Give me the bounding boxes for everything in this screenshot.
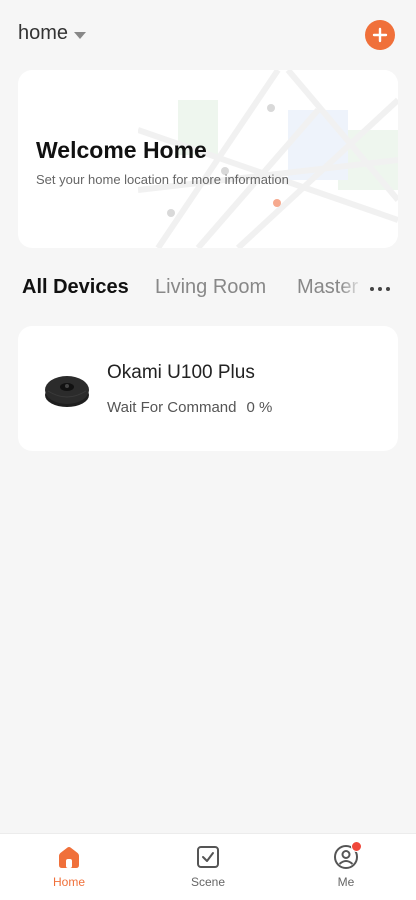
device-battery: 0 %	[246, 399, 273, 416]
more-dot	[386, 287, 390, 291]
caret-down-icon	[74, 31, 87, 39]
room-tabs: All Devices Living Room Master b	[0, 272, 416, 306]
welcome-card[interactable]: Welcome Home Set your home location for …	[18, 70, 398, 248]
nav-scene[interactable]: Scene	[168, 844, 248, 889]
user-icon-wrap	[333, 841, 362, 870]
plus-icon	[372, 27, 388, 43]
tab-all-devices[interactable]: All Devices	[22, 276, 129, 299]
home-icon	[59, 847, 79, 868]
welcome-title: Welcome Home	[36, 137, 207, 163]
header: home	[0, 0, 416, 70]
device-status: Wait For Command 0 %	[107, 399, 272, 416]
more-horizontal-icon	[370, 287, 374, 291]
bottom-nav: Home Scene Me	[0, 833, 416, 900]
welcome-subtitle: Set your home location for more informat…	[36, 172, 289, 187]
device-status-text: Wait For Command	[107, 399, 237, 416]
nav-me[interactable]: Me	[306, 841, 386, 889]
nav-scene-label: Scene	[190, 875, 226, 889]
notification-badge	[351, 841, 362, 852]
nav-me-label: Me	[337, 875, 355, 889]
home-selector[interactable]: home	[18, 22, 87, 45]
checkbox-icon	[197, 846, 219, 868]
add-device-button[interactable]	[365, 20, 395, 50]
device-card[interactable]: Okami U100 Plus Wait For Command 0 %	[18, 326, 398, 451]
home-name: home	[18, 22, 69, 44]
nav-home[interactable]: Home	[29, 844, 109, 889]
more-tabs-button[interactable]	[364, 280, 396, 298]
device-name: Okami U100 Plus	[107, 362, 255, 383]
more-dot	[378, 287, 382, 291]
nav-home-label: Home	[52, 875, 85, 889]
tab-living-room[interactable]: Living Room	[155, 276, 266, 299]
robot-vacuum-icon	[45, 376, 89, 407]
